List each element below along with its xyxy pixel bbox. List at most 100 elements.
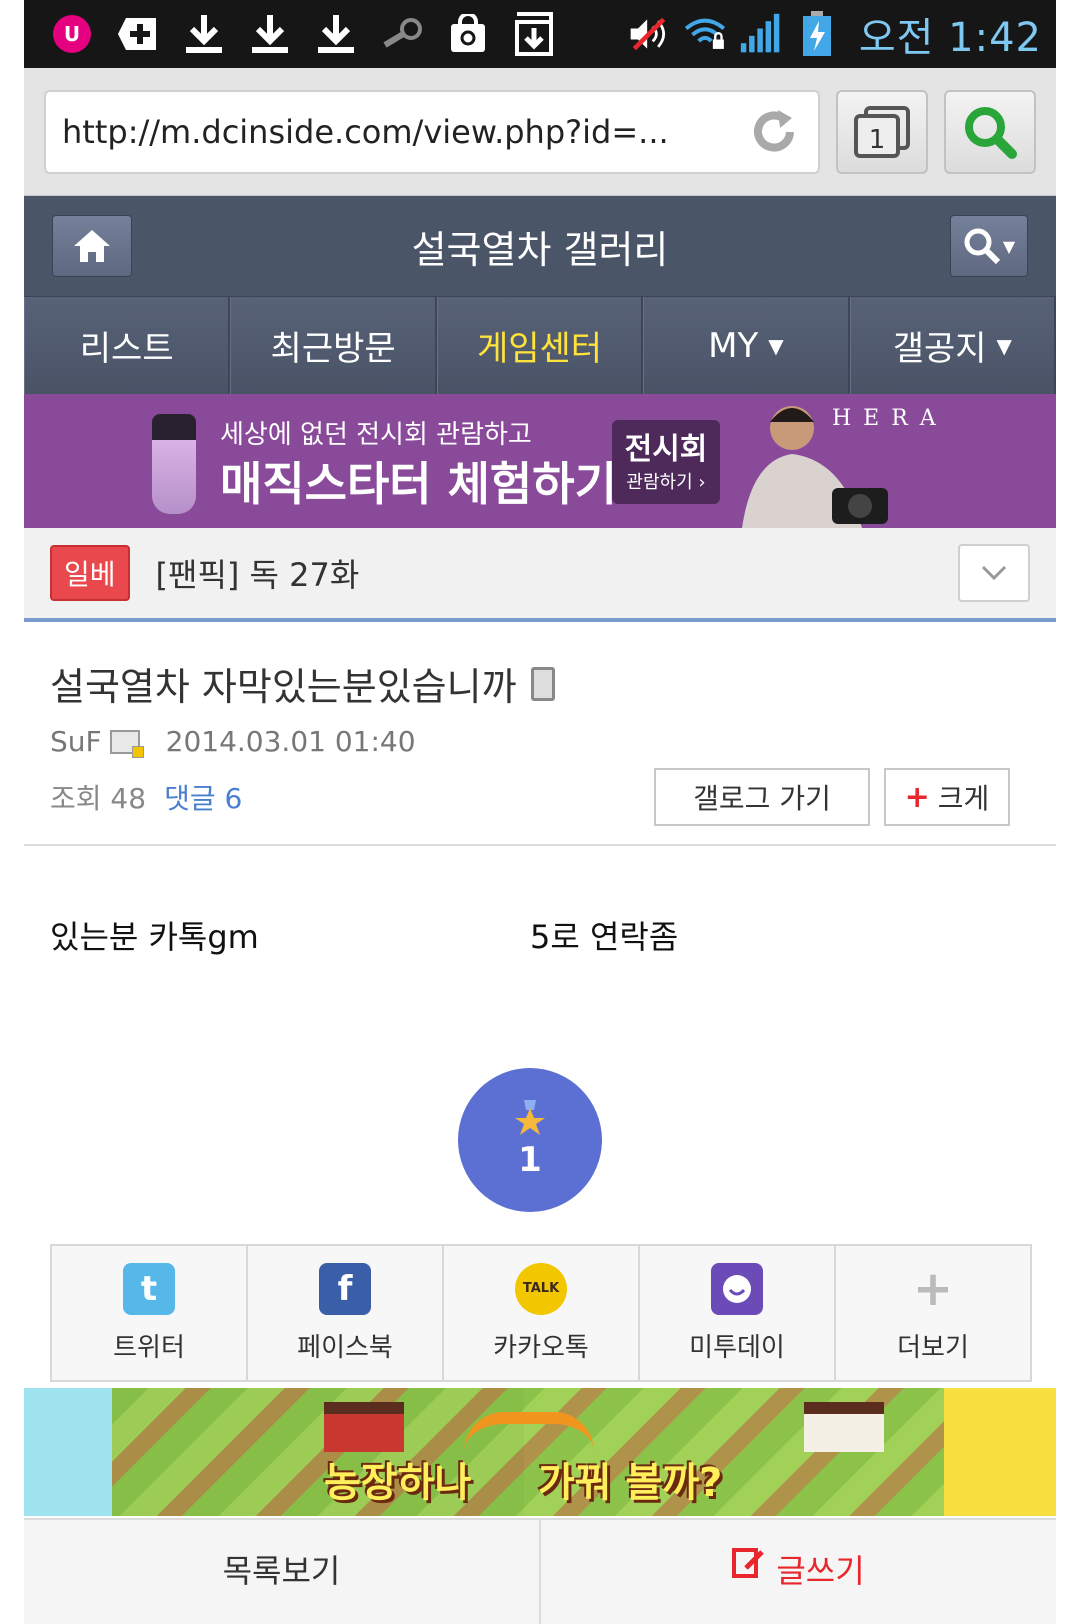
mobile-post-icon xyxy=(530,666,555,701)
uplus-icon: U xyxy=(50,12,94,56)
recommend-count: 1 xyxy=(518,1140,542,1180)
font-bigger-label: 크게 xyxy=(937,782,990,815)
house-image xyxy=(804,1402,884,1452)
share-label: 트위터 xyxy=(113,1332,185,1363)
comment-count-link[interactable]: 댓글 6 xyxy=(164,777,242,817)
twitter-icon: t xyxy=(123,1262,175,1315)
tab-recent[interactable]: 최근방문 xyxy=(230,297,437,394)
tab-label: 갤공지 xyxy=(892,329,987,369)
home-button[interactable] xyxy=(52,215,132,277)
tab-notice[interactable]: 갤공지 ▼ xyxy=(849,297,1056,394)
search-icon xyxy=(964,228,1000,265)
gallog-icon[interactable] xyxy=(109,729,144,758)
chevron-down-icon xyxy=(981,565,1007,581)
hot-post-row[interactable]: 일베 [팬픽] 독 27화 xyxy=(24,528,1056,622)
star-medal-icon xyxy=(515,1100,545,1135)
svg-text:1: 1 xyxy=(869,125,886,155)
url-text[interactable]: http://m.dcinside.com/view.php?id=... xyxy=(62,113,746,151)
banner-cta-main: 전시회 xyxy=(624,432,708,467)
share-label: 카카오톡 xyxy=(493,1332,589,1363)
share-label: 더보기 xyxy=(897,1332,969,1363)
tab-game-center[interactable]: 게임센터 xyxy=(436,297,644,394)
post-body-text-left: 있는분 카톡gm xyxy=(50,918,259,956)
post-body-text-right: 5로 연락좀 xyxy=(530,918,679,956)
hot-post-title[interactable]: [팬픽] 독 27화 xyxy=(156,550,360,596)
expand-toggle-button[interactable] xyxy=(958,544,1030,602)
shopping-bag-icon xyxy=(446,12,490,56)
gallery-header: 설국열차 갤러리 ▼ xyxy=(24,196,1056,296)
share-facebook[interactable]: f 페이스북 xyxy=(248,1246,444,1380)
gallery-nav: 리스트 최근방문 게임센터 MY ▼ 갤공지 ▼ xyxy=(24,296,1056,394)
app-screen: U 오전 1:42 http://m.dcinside.com/view.php… xyxy=(24,0,1056,1624)
banner-cta-sub: 관람하기 › xyxy=(626,472,706,493)
author-name[interactable]: SuF xyxy=(50,725,102,758)
post-header: 설국열차 자막있는분있습니까 xyxy=(24,622,1056,711)
post-title: 설국열차 자막있는분있습니까 xyxy=(50,665,517,709)
tab-label: 리스트 xyxy=(79,329,174,369)
plus-icon: + xyxy=(904,779,930,815)
caret-down-icon: ▼ xyxy=(768,333,784,358)
share-label: 미투데이 xyxy=(689,1332,785,1363)
banner-headline: 매직스타터 체험하기! xyxy=(220,457,638,511)
browser-toolbar: http://m.dcinside.com/view.php?id=... 1 xyxy=(24,68,1056,196)
tab-label: 게임센터 xyxy=(476,329,603,369)
browser-search-button[interactable] xyxy=(944,89,1036,174)
tab-label: 최근방문 xyxy=(270,329,396,369)
download-box-icon xyxy=(512,12,556,56)
search-icon xyxy=(965,106,1017,159)
download-icon xyxy=(248,12,292,56)
write-post-button[interactable]: 글쓰기 xyxy=(539,1520,1056,1624)
post-date: 2014.03.01 01:40 xyxy=(165,725,416,758)
download-icon xyxy=(314,12,358,56)
svg-text:U: U xyxy=(64,22,80,46)
plus-icon: + xyxy=(912,1260,954,1317)
ad-banner[interactable]: 세상에 없던 전시회 관람하고 매직스타터 체험하기! 전시회 관람하기 › H… xyxy=(24,394,1056,528)
steam-icon xyxy=(380,12,424,56)
arrow-graphic xyxy=(464,1412,594,1452)
wifi-lock-icon xyxy=(683,12,727,56)
write-post-label: 글쓰기 xyxy=(776,1552,865,1590)
plus-shield-icon xyxy=(116,12,160,56)
gallog-button[interactable]: 갤로그 가기 xyxy=(654,768,870,826)
mute-icon xyxy=(627,12,671,56)
list-view-button[interactable]: 목록보기 xyxy=(24,1520,539,1624)
bottom-action-bar: 목록보기 글쓰기 xyxy=(24,1518,1056,1624)
list-view-label: 목록보기 xyxy=(222,1552,341,1590)
tabs-icon: 1 xyxy=(854,105,910,158)
share-metoday[interactable]: 미투데이 xyxy=(640,1246,836,1380)
share-label: 페이스북 xyxy=(297,1332,393,1363)
game-ad-text-left: 농장하나 xyxy=(324,1460,472,1506)
clock-time: 오전 1:42 xyxy=(858,15,1042,61)
game-ad-banner[interactable]: 농장하나 가꿔 볼까? xyxy=(24,1388,1056,1516)
caret-down-icon: ▼ xyxy=(996,333,1012,358)
view-count: 조회 48 xyxy=(50,782,147,815)
reload-icon[interactable] xyxy=(746,104,802,160)
tabs-button[interactable]: 1 xyxy=(836,89,928,174)
gallery-search-button[interactable]: ▼ xyxy=(950,215,1028,277)
share-more[interactable]: + 더보기 xyxy=(836,1246,1030,1380)
post-meta: SuF 2014.03.01 01:40 xyxy=(24,711,1056,758)
battery-charging-icon xyxy=(795,11,839,56)
recommend-button[interactable]: 1 xyxy=(458,1068,602,1212)
share-kakaotalk[interactable]: TALK 카카오톡 xyxy=(444,1246,640,1380)
chevron-down-icon: ▼ xyxy=(1002,236,1016,256)
font-bigger-button[interactable]: + 크게 xyxy=(884,768,1010,826)
facebook-icon: f xyxy=(319,1262,371,1315)
gallog-button-label: 갤로그 가기 xyxy=(693,782,831,815)
banner-small-text: 세상에 없던 전시회 관람하고 xyxy=(220,420,532,450)
pencil-icon xyxy=(732,1548,765,1578)
brand-logo: HERA xyxy=(832,406,948,431)
post-body: 있는분 카톡gm 5로 연락좀 xyxy=(24,846,1056,986)
signal-icon xyxy=(739,12,783,56)
home-icon xyxy=(74,230,110,262)
tab-my[interactable]: MY ▼ xyxy=(643,297,850,394)
banner-cta-button[interactable]: 전시회 관람하기 › xyxy=(612,420,720,504)
kakaotalk-icon: TALK xyxy=(515,1262,567,1315)
share-twitter[interactable]: t 트위터 xyxy=(52,1246,248,1380)
download-icon xyxy=(182,12,226,56)
tab-list[interactable]: 리스트 xyxy=(24,297,231,394)
game-ad-text-right: 가꿔 볼까? xyxy=(538,1460,723,1506)
status-bar: U 오전 1:42 xyxy=(24,0,1056,68)
url-field[interactable]: http://m.dcinside.com/view.php?id=... xyxy=(44,89,820,174)
tab-label: MY xyxy=(708,325,759,366)
